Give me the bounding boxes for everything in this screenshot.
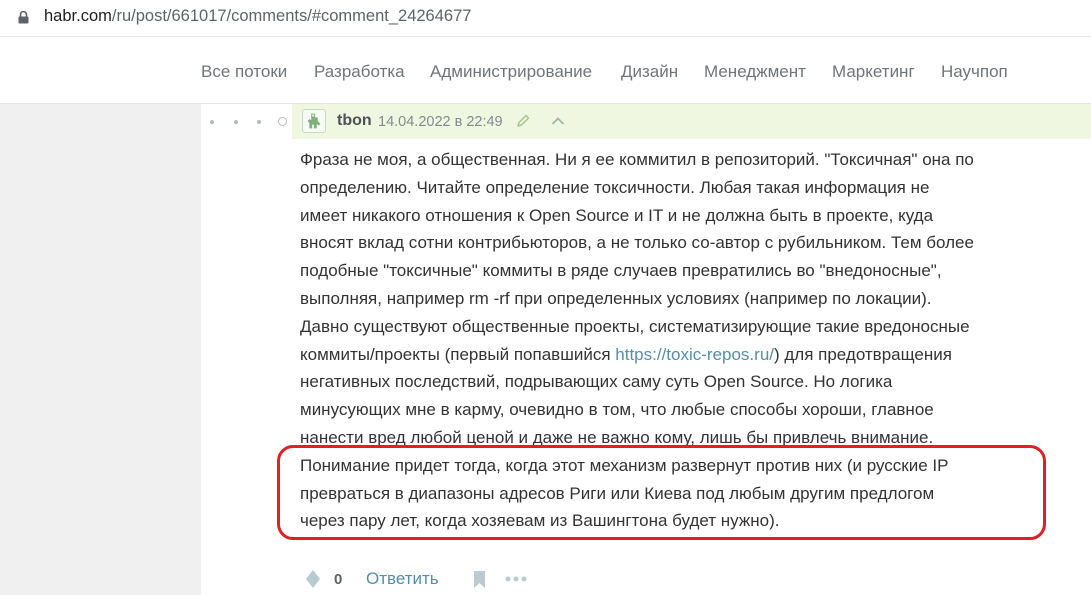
comment-line: вносят вклад сотни контрибьюторов, а не …	[300, 233, 974, 253]
avatar-icon[interactable]	[302, 109, 326, 133]
comment-line: определению. Читайте определение токсичн…	[300, 177, 930, 197]
comment-line: Давно существуют общественные проекты, с…	[300, 316, 970, 336]
comment-line: Фраза не моя, а общественная. Ни я ее ко…	[300, 150, 974, 169]
site-nav: Все потоки Разработка Администрирование …	[0, 37, 1091, 104]
nav-item-all-flows[interactable]: Все потоки	[201, 62, 287, 82]
nav-item-popsci[interactable]: Научпоп	[941, 62, 1008, 82]
nav-item-marketing[interactable]: Маркетинг	[832, 62, 915, 82]
comment-line: негативных последствий, подрывающих саму…	[300, 372, 893, 392]
url-host: habr.com	[44, 7, 112, 25]
more-icon[interactable]	[505, 576, 527, 582]
nav-item-administration[interactable]: Администрирование	[430, 62, 592, 82]
url-path: /ru/post/661017/comments/#comment_242646…	[111, 7, 472, 25]
edit-icon[interactable]	[516, 114, 530, 128]
link-line-before: коммиты/проекты (первый попавшийся	[300, 344, 616, 364]
bookmark-icon[interactable]	[473, 570, 486, 589]
comment-score: 0	[334, 571, 343, 588]
nav-item-management[interactable]: Менеджмент	[704, 62, 806, 82]
link-line-after: ) для предотвращения	[774, 344, 952, 364]
reply-button[interactable]: Ответить	[366, 569, 439, 589]
comment-line-with-link: коммиты/проекты (первый попавшийся https…	[300, 341, 1060, 369]
chevron-up-icon[interactable]	[551, 116, 565, 126]
nav-item-development[interactable]: Разработка	[314, 62, 405, 82]
url-text[interactable]: habr.com/ru/post/661017/comments/#commen…	[44, 7, 471, 26]
comment-line: подобные "токсичные" коммиты в ряде случ…	[300, 261, 942, 281]
comment-date[interactable]: 14.04.2022 в 22:49	[378, 114, 503, 130]
vote-icon[interactable]	[305, 569, 321, 589]
nav-item-design[interactable]: Дизайн	[621, 62, 678, 82]
comment-line: выполняя, например rm -rf при определенн…	[300, 288, 932, 308]
comment-author[interactable]: tbon	[337, 112, 372, 130]
red-highlight-annotation	[277, 445, 1046, 540]
toxic-repos-link[interactable]: https://toxic-repos.ru/	[615, 345, 774, 364]
comment-line: имеет никакого отношения к Open Source и…	[300, 205, 934, 225]
browser-url-bar[interactable]: habr.com/ru/post/661017/comments/#commen…	[0, 0, 1091, 37]
lock-icon	[18, 11, 29, 24]
comment-line: минусующих мне в карму, очевидно в том, …	[300, 400, 934, 420]
